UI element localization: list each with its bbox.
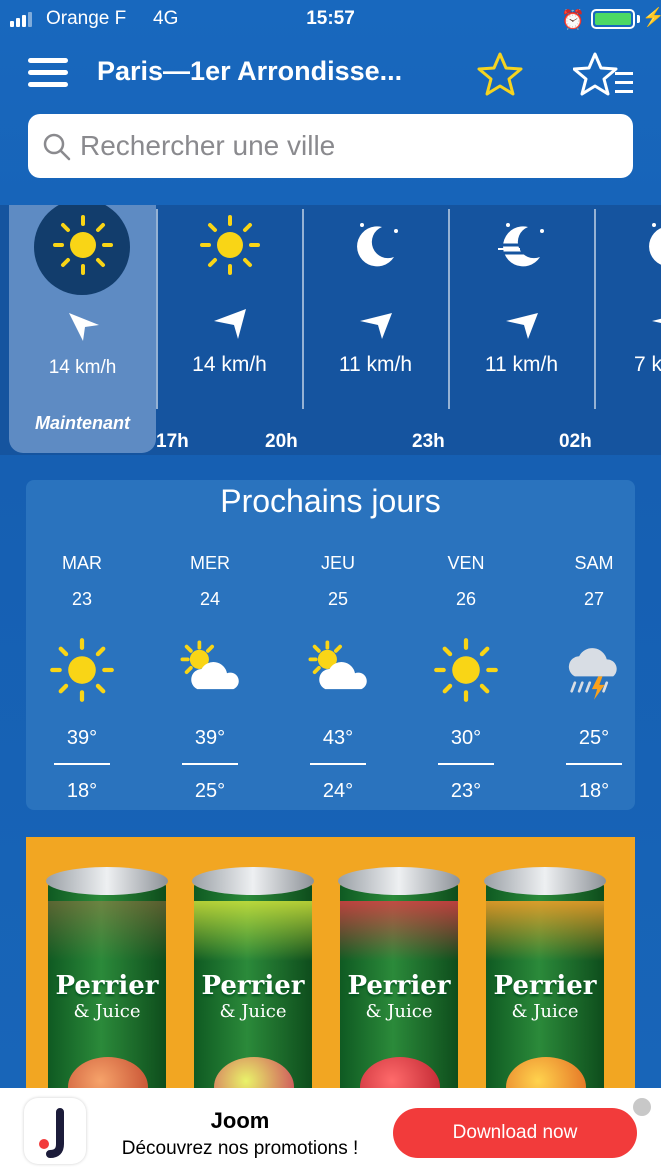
hourly-item[interactable]: 7 k bbox=[594, 205, 661, 405]
temp-max: 25° bbox=[578, 727, 610, 749]
can-image: Perrier & Juice bbox=[46, 867, 168, 1092]
download-button[interactable]: Download now bbox=[393, 1108, 637, 1158]
sun-icon bbox=[434, 638, 498, 702]
day-number: 25 bbox=[327, 589, 349, 609]
day-item[interactable]: VEN 26 30° 23° bbox=[411, 548, 521, 803]
wind-speed: 11 km/h bbox=[338, 353, 413, 376]
temp-min: 18° bbox=[66, 780, 98, 802]
days-title: Prochains jours bbox=[220, 483, 441, 519]
brand-label: Perrier bbox=[347, 971, 451, 1001]
hour-label: 02h bbox=[559, 431, 592, 452]
battery-icon bbox=[591, 9, 635, 29]
temp-max: 39° bbox=[194, 727, 226, 749]
partly-cloudy-icon bbox=[308, 640, 367, 690]
wind-arrow-icon bbox=[213, 309, 246, 339]
brand-sub-label: & Juice bbox=[73, 1001, 141, 1022]
brand-sub-label: & Juice bbox=[511, 1001, 579, 1022]
ad-banner[interactable]: Joom Découvrez nos promotions ! Download… bbox=[0, 1088, 661, 1176]
search-icon bbox=[43, 133, 71, 161]
star-icon[interactable] bbox=[475, 50, 525, 100]
temp-min: 18° bbox=[578, 780, 610, 802]
search-input[interactable] bbox=[80, 114, 620, 178]
brand-sub-label: & Juice bbox=[365, 1001, 433, 1022]
hourly-item[interactable]: 11 km/h bbox=[448, 205, 595, 405]
next-days-panel: Prochains jours MAR 23 39° 18° MER 24 39… bbox=[26, 480, 635, 810]
wind-arrow-icon bbox=[68, 313, 99, 341]
temp-min: 24° bbox=[322, 780, 354, 802]
day-item[interactable]: MER 24 39° 25° bbox=[155, 548, 265, 803]
hourly-forecast[interactable]: 14 km/h Maintenant 14 km/h 11 km/h 11 km… bbox=[0, 205, 661, 455]
alarm-icon: ⏰ bbox=[561, 10, 585, 31]
app-icon[interactable] bbox=[24, 1098, 86, 1164]
hourly-item[interactable]: 14 km/h bbox=[156, 205, 303, 405]
day-item[interactable]: SAM 27 25° 18° bbox=[539, 548, 649, 803]
thunderstorm-icon bbox=[568, 648, 617, 700]
wind-speed: 7 k bbox=[634, 353, 661, 376]
hour-label: 20h bbox=[265, 431, 298, 452]
temp-min: 25° bbox=[194, 780, 226, 802]
brand-sub-label: & Juice bbox=[219, 1001, 287, 1022]
day-name: JEU bbox=[320, 553, 355, 573]
temp-max: 30° bbox=[450, 727, 482, 749]
moon-icon bbox=[648, 223, 661, 265]
temp-min: 23° bbox=[450, 780, 482, 802]
moon-icon bbox=[356, 223, 398, 267]
wind-speed: 14 km/h bbox=[192, 353, 267, 376]
search-bar[interactable] bbox=[28, 114, 633, 178]
day-item[interactable]: JEU 25 43° 24° bbox=[283, 548, 393, 803]
sun-icon bbox=[50, 638, 114, 702]
app-promo: Découvrez nos promotions ! bbox=[121, 1138, 359, 1159]
can-image: Perrier & Juice bbox=[192, 867, 314, 1092]
menu-button[interactable] bbox=[28, 58, 68, 90]
day-number: 26 bbox=[455, 589, 477, 609]
day-item[interactable]: MAR 23 39° 18° bbox=[27, 548, 137, 803]
joom-logo-icon bbox=[39, 1108, 64, 1158]
brand-label: Perrier bbox=[493, 971, 597, 1001]
brand-label: Perrier bbox=[201, 971, 305, 1001]
hourly-item[interactable]: 11 km/h bbox=[302, 205, 449, 405]
status-bar: Orange F 4G 15:57 ⏰ ⚡ bbox=[0, 0, 661, 38]
wind-speed: 11 km/h bbox=[484, 353, 559, 376]
wind-speed: 14 km/h bbox=[48, 357, 117, 378]
hour-label: 23h bbox=[412, 431, 445, 452]
sun-icon bbox=[199, 215, 260, 275]
day-number: 27 bbox=[583, 589, 605, 609]
city-title[interactable]: Paris—1er Arrondisse... bbox=[97, 56, 402, 87]
moon-fog-icon bbox=[497, 223, 544, 267]
app-name: Joom bbox=[210, 1108, 270, 1133]
day-number: 23 bbox=[71, 589, 93, 609]
wind-arrow-icon bbox=[651, 318, 661, 324]
brand-label: Perrier bbox=[55, 971, 159, 1001]
wind-arrow-icon bbox=[359, 313, 392, 339]
day-name: MAR bbox=[62, 553, 102, 573]
charging-icon: ⚡ bbox=[642, 7, 661, 27]
day-name: SAM bbox=[574, 553, 614, 573]
favorites-list-icon[interactable] bbox=[573, 50, 635, 100]
can-image: Perrier & Juice bbox=[484, 867, 606, 1092]
day-name: VEN bbox=[447, 553, 485, 573]
temp-max: 39° bbox=[66, 727, 98, 749]
hourly-item[interactable]: 14 km/h Maintenant bbox=[9, 205, 156, 433]
temp-max: 43° bbox=[322, 727, 354, 749]
sun-icon bbox=[52, 215, 113, 275]
can-image: Perrier & Juice bbox=[338, 867, 460, 1092]
partly-cloudy-icon bbox=[180, 640, 239, 690]
adchoices-icon[interactable] bbox=[633, 1098, 651, 1116]
wind-arrow-icon bbox=[505, 313, 538, 339]
hour-label: 17h bbox=[156, 431, 189, 452]
day-name: MER bbox=[190, 553, 230, 573]
day-number: 24 bbox=[199, 589, 221, 609]
now-label: Maintenant bbox=[34, 413, 130, 433]
ad-image[interactable]: Perrier & Juice Perrier & Juice Perrier … bbox=[26, 837, 635, 1092]
